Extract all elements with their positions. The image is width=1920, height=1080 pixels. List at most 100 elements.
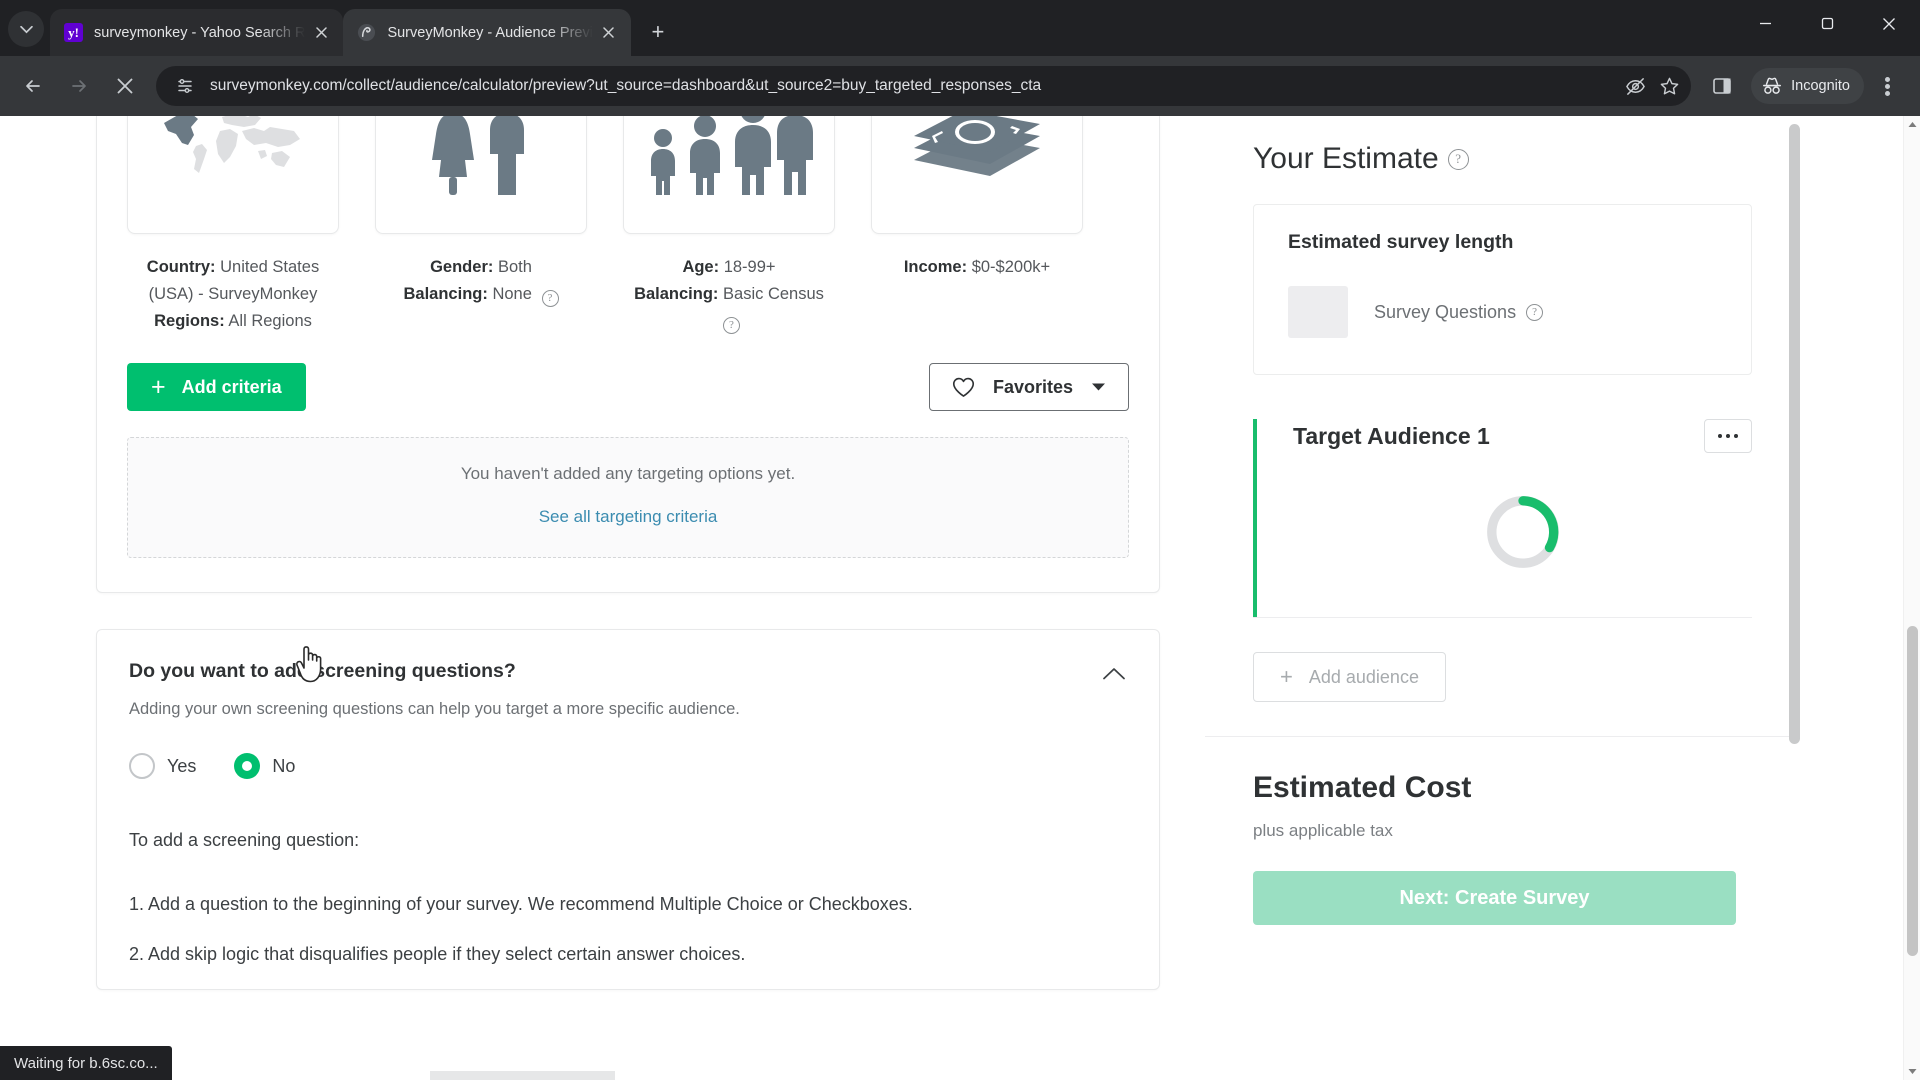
age-meta: Age: 18-99+ Balancing: Basic Census ? bbox=[623, 254, 835, 335]
screening-questions-title: Do you want to add screening questions? bbox=[129, 660, 516, 682]
maximize-icon[interactable] bbox=[1796, 0, 1858, 47]
meta-label: Regions: bbox=[154, 312, 225, 330]
help-icon[interactable]: ? bbox=[541, 290, 559, 307]
gender-figures-icon bbox=[376, 116, 586, 233]
money-stack-icon bbox=[872, 116, 1082, 233]
age-card[interactable]: Age bbox=[623, 116, 835, 234]
criteria-card-income: Household Income bbox=[871, 116, 1083, 335]
add-audience-button[interactable]: + Add audience bbox=[1253, 652, 1446, 702]
stop-loading-icon[interactable] bbox=[105, 66, 145, 106]
radio-yes[interactable] bbox=[129, 753, 155, 779]
close-icon[interactable] bbox=[1858, 0, 1920, 47]
status-bar: Waiting for b.6sc.co... bbox=[0, 1046, 172, 1080]
url-text: surveymonkey.com/collect/audience/calcul… bbox=[210, 77, 1042, 94]
scroll-up-arrow-icon[interactable] bbox=[1904, 116, 1920, 133]
meta-value: Both bbox=[497, 258, 532, 276]
incognito-indicator[interactable]: Incognito bbox=[1751, 68, 1864, 104]
download-shelf-strip bbox=[430, 1071, 615, 1080]
close-icon[interactable] bbox=[309, 21, 333, 45]
tab-surveymonkey-audience-preview[interactable]: SurveyMonkey - Audience Previ bbox=[343, 9, 631, 56]
help-icon[interactable]: ? bbox=[723, 317, 740, 334]
tab-surveymonkey-yahoo-search[interactable]: y! surveymonkey - Yahoo Search R bbox=[50, 9, 344, 56]
estimated-cost-title: Estimated Cost bbox=[1253, 771, 1472, 804]
window-controls bbox=[1734, 0, 1920, 56]
yahoo-icon: y! bbox=[64, 23, 83, 42]
site-settings-icon[interactable] bbox=[172, 73, 198, 99]
back-arrow-icon[interactable] bbox=[13, 66, 53, 106]
browser-toolbar: surveymonkey.com/collect/audience/calcul… bbox=[0, 56, 1920, 116]
main-column: Country (100+ available) bbox=[0, 116, 1205, 1080]
scroll-down-arrow-icon[interactable] bbox=[1904, 1063, 1920, 1080]
instruction-step: 2. Add skip logic that disqualifies peop… bbox=[129, 944, 746, 964]
loading-spinner-wrap bbox=[1293, 453, 1752, 617]
radio-no[interactable] bbox=[234, 753, 261, 779]
meta-label: Age: bbox=[682, 258, 720, 276]
income-meta: Income: $0-$200k+ bbox=[871, 254, 1083, 281]
star-icon[interactable] bbox=[1653, 70, 1685, 102]
help-icon[interactable]: ? bbox=[1526, 303, 1544, 321]
meta-label: Gender: bbox=[430, 258, 494, 276]
target-audience-block: Target Audience 1 bbox=[1253, 419, 1752, 617]
tab-strip: y! surveymonkey - Yahoo Search R SurveyM… bbox=[0, 0, 1920, 56]
meta-label: Country: bbox=[146, 258, 216, 276]
close-icon[interactable] bbox=[597, 21, 621, 45]
side-panel-icon[interactable] bbox=[1702, 66, 1742, 106]
help-icon[interactable]: ? bbox=[1447, 148, 1469, 170]
radio-yes-label: Yes bbox=[167, 755, 197, 776]
meta-value: Basic Census bbox=[723, 285, 824, 303]
plus-icon: + bbox=[151, 372, 166, 401]
screening-questions-panel: Do you want to add screening questions? … bbox=[96, 629, 1160, 990]
three-dot-menu-icon[interactable] bbox=[1867, 66, 1907, 106]
tab-title: surveymonkey - Yahoo Search R bbox=[94, 24, 306, 41]
tab-title: SurveyMonkey - Audience Previ bbox=[387, 24, 593, 41]
eye-slash-icon[interactable] bbox=[1619, 70, 1651, 102]
estimated-survey-length-card: Estimated survey length Survey Questions… bbox=[1253, 204, 1752, 375]
new-tab-button[interactable]: + bbox=[641, 15, 675, 49]
add-criteria-label: Add criteria bbox=[181, 376, 282, 397]
screening-radio-group: Yes No bbox=[129, 753, 1127, 779]
meta-label: Balancing: bbox=[403, 285, 488, 303]
target-audience-more-menu[interactable] bbox=[1704, 419, 1752, 453]
incognito-icon bbox=[1761, 76, 1783, 96]
plus-icon: + bbox=[1280, 664, 1293, 689]
browser-window: y! surveymonkey - Yahoo Search R SurveyM… bbox=[0, 0, 1920, 1080]
meta-value: 18-99+ bbox=[723, 258, 776, 276]
target-audience-title: Target Audience 1 bbox=[1293, 422, 1490, 449]
chevron-up-icon[interactable] bbox=[1101, 660, 1127, 686]
estimate-rail: Your Estimate ? Estimated survey length … bbox=[1205, 116, 1800, 1080]
tab-search-button[interactable] bbox=[8, 11, 44, 47]
incognito-label: Incognito bbox=[1791, 78, 1850, 94]
country-card[interactable]: Country (100+ available) bbox=[127, 116, 339, 234]
instructions-heading: To add a screening question: bbox=[129, 830, 360, 850]
gender-card[interactable]: Gender bbox=[375, 116, 587, 234]
estimated-cost-subtitle: plus applicable tax bbox=[1253, 821, 1393, 840]
loading-spinner-icon bbox=[1486, 496, 1559, 568]
forward-arrow-icon[interactable] bbox=[59, 66, 99, 106]
income-card[interactable]: Household Income bbox=[871, 116, 1083, 234]
chevron-down-icon bbox=[1091, 382, 1106, 392]
rail-scrollbar[interactable] bbox=[1789, 124, 1800, 744]
favorites-dropdown[interactable]: Favorites bbox=[928, 363, 1129, 411]
minimize-icon[interactable] bbox=[1734, 0, 1796, 47]
screening-instructions: To add a screening question: 1. Add a qu… bbox=[129, 815, 1127, 979]
next-create-survey-button[interactable]: Next: Create Survey bbox=[1253, 871, 1736, 925]
see-all-targeting-criteria-link[interactable]: See all targeting criteria bbox=[128, 507, 1128, 527]
address-bar[interactable]: surveymonkey.com/collect/audience/calcul… bbox=[156, 66, 1692, 106]
page-scrollbar[interactable] bbox=[1903, 116, 1920, 1080]
heart-icon bbox=[952, 377, 975, 398]
meta-value: All Regions bbox=[228, 312, 312, 330]
meta-value: None bbox=[492, 285, 532, 303]
radio-no-label: No bbox=[272, 755, 296, 776]
favorites-label: Favorites bbox=[992, 376, 1073, 397]
screening-questions-subtitle: Adding your own screening questions can … bbox=[129, 700, 740, 718]
estimate-rail-column: Your Estimate ? Estimated survey length … bbox=[1205, 116, 1903, 1080]
country-meta: Country: United States (USA) - SurveyMon… bbox=[127, 254, 339, 335]
targeting-panel: Country (100+ available) bbox=[96, 116, 1160, 593]
add-audience-label: Add audience bbox=[1308, 666, 1419, 687]
page-content: Country (100+ available) bbox=[0, 116, 1903, 1080]
estimated-survey-length-title: Estimated survey length bbox=[1288, 231, 1514, 253]
empty-targeting-text: You haven't added any targeting options … bbox=[460, 464, 796, 483]
meta-label: Income: bbox=[903, 258, 968, 276]
scrollbar-thumb[interactable] bbox=[1907, 626, 1918, 956]
add-criteria-button[interactable]: + Add criteria bbox=[127, 363, 306, 411]
